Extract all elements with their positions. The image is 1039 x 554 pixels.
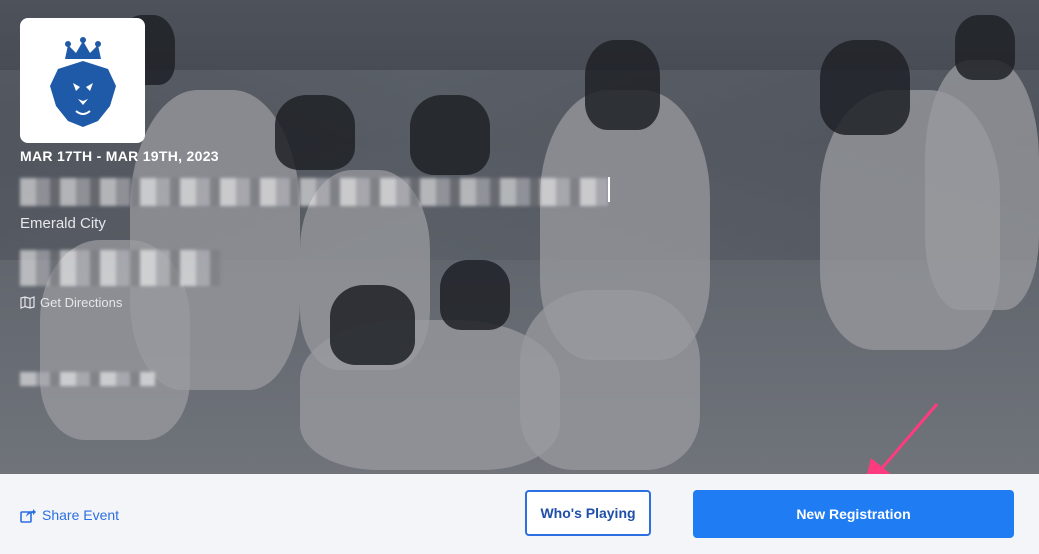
map-icon <box>20 296 35 309</box>
share-icon <box>20 508 36 523</box>
event-logo <box>20 18 145 143</box>
event-city: Emerald City <box>20 215 106 232</box>
get-directions-link[interactable]: Get Directions <box>20 295 122 310</box>
text-caret <box>608 177 610 202</box>
event-footer: Share Event Who's Playing New Registrati… <box>0 474 1039 554</box>
crown-lion-logo-icon <box>49 36 116 127</box>
venue-redacted <box>20 250 220 286</box>
event-title-redacted <box>20 178 608 206</box>
extra-info-redacted <box>20 372 155 386</box>
whos-playing-button[interactable]: Who's Playing <box>525 490 651 536</box>
new-registration-button[interactable]: New Registration <box>693 490 1014 538</box>
share-event-label: Share Event <box>42 507 120 523</box>
share-event-button[interactable]: Share Event <box>20 507 119 523</box>
get-directions-label: Get Directions <box>40 295 123 310</box>
event-dates: MAR 17TH - MAR 19TH, 2023 <box>20 148 219 164</box>
